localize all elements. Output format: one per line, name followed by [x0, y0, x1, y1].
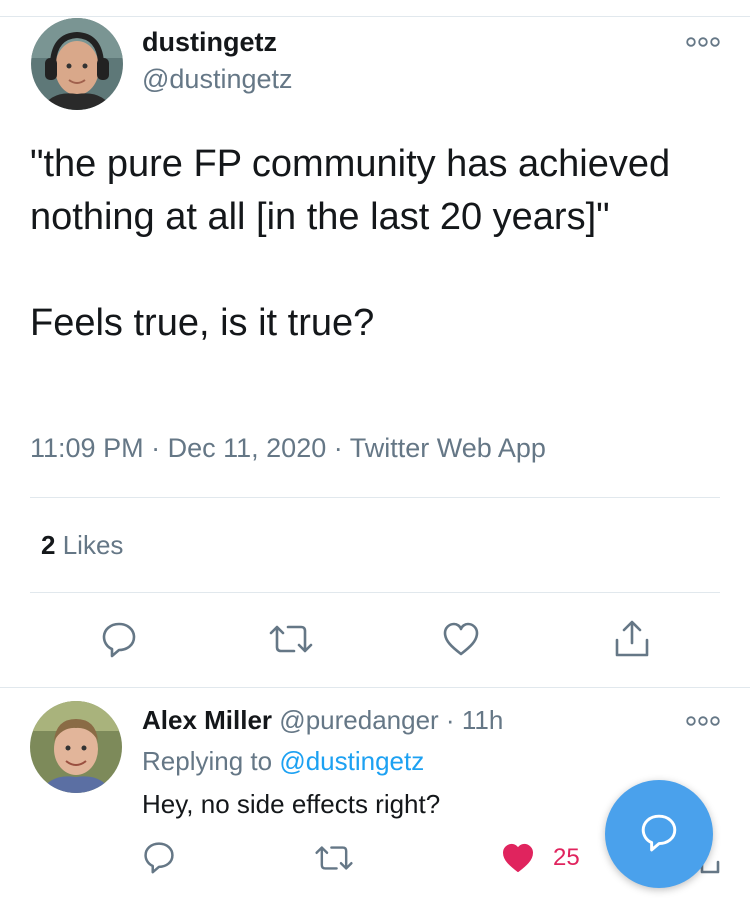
replying-to: Replying to @dustingetz [142, 746, 424, 777]
reply-author-handle[interactable]: @puredanger [279, 705, 438, 735]
replying-prefix: Replying to [142, 746, 273, 776]
share-icon[interactable] [612, 618, 652, 663]
top-divider [0, 16, 750, 17]
tweet-meta: 11:09 PM · Dec 11, 2020 · Twitter Web Ap… [30, 433, 546, 464]
reply-reply-icon[interactable] [142, 840, 176, 879]
likes-label: Likes [62, 530, 124, 560]
reply-separator: · [445, 705, 455, 735]
likes-summary[interactable]: 2 Likes [41, 530, 123, 561]
meta-separator: · [151, 433, 161, 463]
reply-author-avatar[interactable] [30, 701, 122, 793]
compose-reply-button[interactable] [605, 780, 713, 888]
tweet-source[interactable]: Twitter Web App [350, 433, 546, 463]
reply-author-name[interactable]: Alex Miller [142, 705, 272, 735]
reply-more-icon[interactable] [686, 714, 720, 732]
author-handle[interactable]: @dustingetz [142, 64, 293, 95]
tweet-date[interactable]: Dec 11, 2020 [168, 433, 327, 463]
retweet-icon[interactable] [268, 622, 314, 661]
reply-text: Hey, no side effects right? [142, 789, 441, 819]
author-name[interactable]: dustingetz [142, 27, 277, 58]
tweet-text: "the pure FP community has achieved noth… [30, 143, 671, 344]
reply-retweet-icon[interactable] [314, 843, 354, 878]
compose-reply-icon [639, 812, 679, 857]
reply-icon[interactable] [100, 620, 138, 663]
likes-count: 2 [41, 530, 56, 560]
reply-header: Alex Miller @puredanger · 11h [142, 705, 503, 736]
reply-heart-icon[interactable] [501, 843, 535, 878]
tweet-time[interactable]: 11:09 PM [30, 433, 144, 463]
divider [30, 592, 720, 593]
replying-mention[interactable]: @dustingetz [279, 746, 424, 776]
meta-separator: · [333, 433, 343, 463]
divider [30, 497, 720, 498]
heart-icon[interactable] [442, 622, 480, 661]
more-icon[interactable] [686, 35, 720, 53]
section-divider [0, 687, 750, 688]
reply-age[interactable]: 11h [462, 705, 503, 735]
reply-like-count: 25 [553, 844, 580, 871]
author-avatar[interactable] [31, 18, 123, 110]
